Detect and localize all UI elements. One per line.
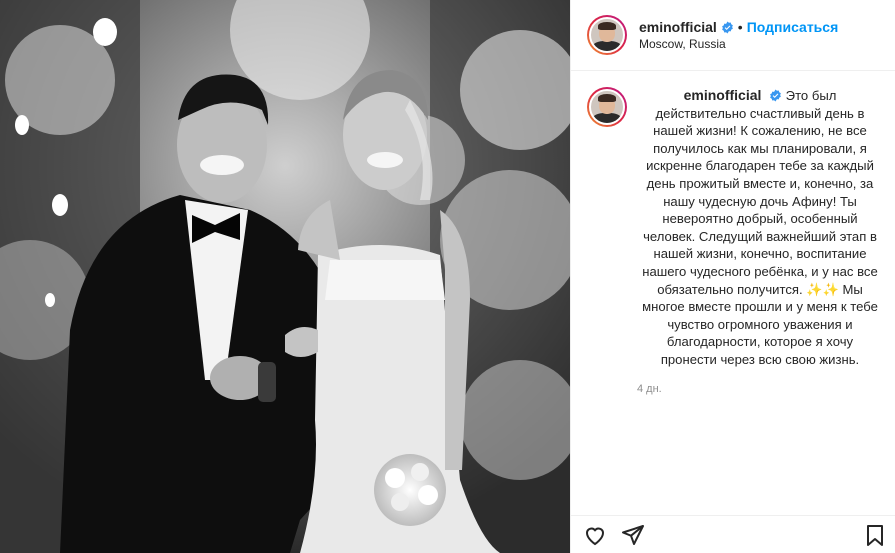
caption-username[interactable]: eminofficial [684, 87, 762, 103]
post-header: eminofficial • Подписаться Moscow, Russi… [571, 0, 895, 71]
caption-text: Это был действительно счастливый день в … [642, 88, 878, 367]
author-avatar[interactable] [587, 15, 627, 55]
post-time[interactable]: 4 дн. [637, 383, 879, 395]
separator-dot: • [737, 19, 743, 35]
caption-avatar[interactable] [587, 87, 627, 127]
share-icon[interactable] [621, 523, 645, 547]
caption-row: eminofficial Это был действительно счаст… [587, 87, 879, 369]
location-link[interactable]: Moscow, Russia [639, 37, 838, 51]
author-username[interactable]: eminofficial [639, 19, 717, 35]
action-bar [571, 515, 895, 553]
verified-badge-icon [721, 21, 733, 33]
verified-badge-icon [770, 89, 781, 102]
post-sidebar: eminofficial • Подписаться Moscow, Russi… [570, 0, 895, 553]
bookmark-icon[interactable] [863, 523, 887, 547]
instagram-post: eminofficial • Подписаться Moscow, Russi… [0, 0, 895, 553]
follow-button[interactable]: Подписаться [747, 19, 839, 35]
wedding-photo-image [0, 0, 570, 553]
post-photo[interactable] [0, 0, 570, 553]
header-text: eminofficial • Подписаться Moscow, Russi… [639, 19, 838, 51]
caption-text-block: eminofficial Это был действительно счаст… [641, 87, 879, 369]
comments-area: eminofficial Это был действительно счаст… [571, 71, 895, 515]
heart-icon[interactable] [583, 523, 607, 547]
